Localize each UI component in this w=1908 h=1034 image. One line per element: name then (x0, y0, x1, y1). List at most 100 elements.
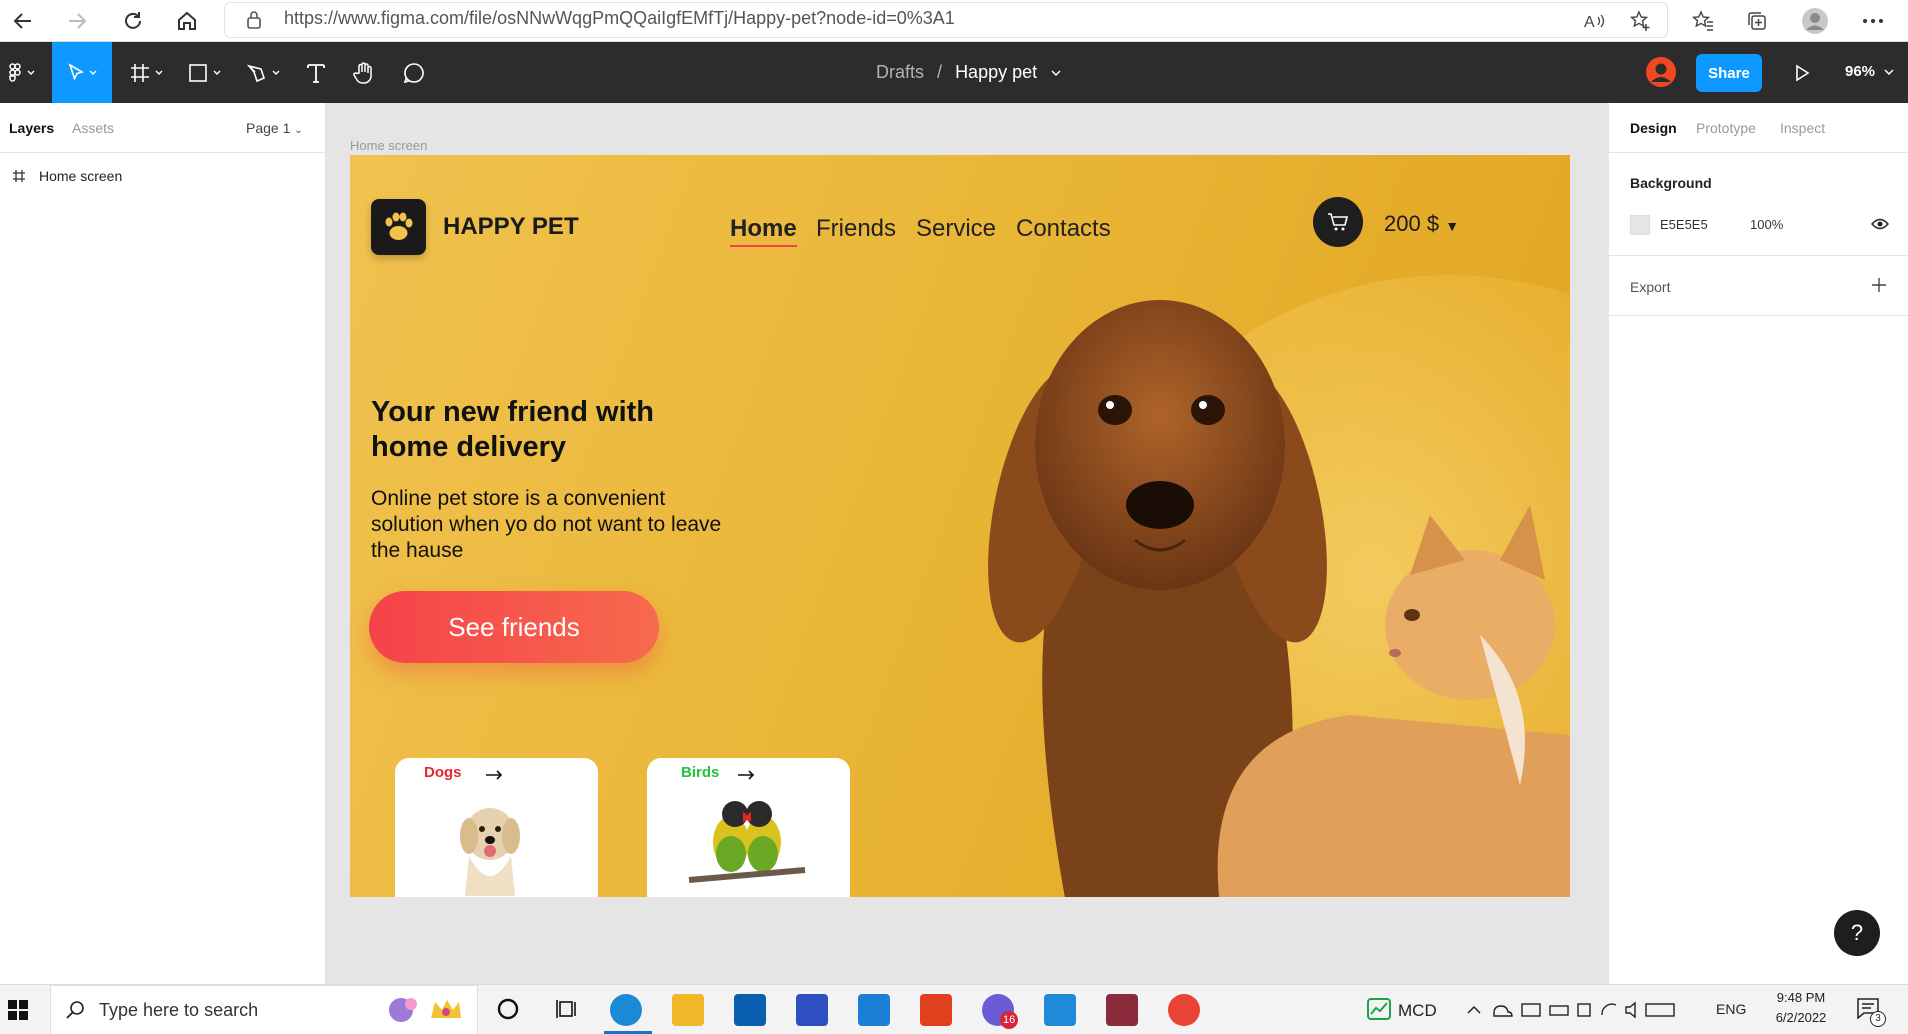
search-placeholder: Type here to search (99, 1000, 259, 1020)
cat-image (1180, 485, 1570, 897)
export-section-title: Export (1630, 279, 1671, 295)
category-card-dogs[interactable]: Dogs (395, 758, 598, 897)
winrar-icon[interactable] (1106, 994, 1138, 1026)
breadcrumb-separator: / (937, 62, 943, 82)
forward-icon[interactable] (60, 4, 94, 38)
office-icon[interactable] (920, 994, 952, 1026)
back-icon[interactable] (6, 4, 40, 38)
paw-icon (371, 199, 426, 255)
layer-label: Home screen (39, 168, 123, 184)
file-breadcrumb[interactable]: Drafts / Happy pet (876, 62, 1062, 83)
zoom-level[interactable]: 96% (1845, 63, 1894, 80)
shape-tool[interactable] (182, 42, 230, 103)
stock-chart-icon[interactable] (1367, 998, 1391, 1020)
background-color-swatch[interactable] (1630, 215, 1650, 235)
page-selector[interactable]: Page 1 ⌄ (246, 120, 303, 136)
design-panel: Design Prototype Inspect Background E5E5… (1608, 103, 1908, 984)
chevron-down-icon[interactable] (1884, 68, 1894, 76)
caret-down-icon[interactable]: ▼ (1445, 218, 1459, 234)
chrome-icon[interactable] (1168, 994, 1200, 1026)
cart-amount[interactable]: 200 $ ▼ (1384, 211, 1459, 237)
mail-icon[interactable] (858, 994, 890, 1026)
edge-browser-icon[interactable] (610, 994, 642, 1026)
file-name[interactable]: Happy pet (955, 62, 1037, 82)
arrow-right-icon (737, 770, 755, 780)
card-label: Dogs (424, 764, 462, 781)
svg-text:A: A (1584, 14, 1595, 31)
taskbar-clock[interactable]: 9:48 PM 6/2/2022 (1766, 988, 1836, 1028)
plus-icon[interactable] (1871, 277, 1887, 293)
nav-service[interactable]: Service (916, 215, 996, 243)
divider (1609, 315, 1908, 316)
page-name: Page 1 (246, 120, 291, 136)
brand-name: HAPPY PET (443, 213, 579, 240)
cortana-icon[interactable] (496, 997, 520, 1021)
see-friends-button[interactable]: See friends (369, 591, 659, 663)
notification-count: 3 (1870, 1011, 1886, 1027)
taskbar-search[interactable]: Type here to search (50, 985, 478, 1034)
card-label: Birds (681, 764, 720, 781)
background-color-value[interactable]: E5E5E5 (1660, 217, 1708, 232)
add-favorite-icon[interactable] (1624, 4, 1658, 38)
home-screen-frame[interactable]: HAPPY PET Home Friends Service Contacts … (350, 155, 1570, 897)
figma-main-menu[interactable] (0, 42, 44, 103)
text-tool[interactable] (298, 42, 334, 103)
user-avatar[interactable] (1646, 57, 1676, 87)
windows-start-icon[interactable] (8, 1000, 28, 1020)
tab-inspect[interactable]: Inspect (1780, 120, 1825, 136)
search-highlight-icon (385, 992, 465, 1028)
tab-layers[interactable]: Layers (9, 120, 54, 136)
stock-label[interactable]: MCD (1398, 1001, 1437, 1021)
system-tray-icons[interactable] (1466, 1001, 1726, 1019)
background-opacity-value[interactable]: 100% (1750, 217, 1783, 232)
layers-panel: Layers Assets Page 1 ⌄ Home screen (0, 103, 326, 984)
hero-subtext: Online pet store is a convenient solutio… (371, 487, 722, 562)
nav-home[interactable]: Home (730, 215, 797, 247)
tab-assets[interactable]: Assets (72, 120, 114, 136)
url-text[interactable]: https://www.figma.com/file/osNNwWqgPmQQa… (284, 8, 955, 29)
cart-icon[interactable] (1313, 197, 1363, 247)
more-options-icon[interactable] (1856, 4, 1890, 38)
zoom-value: 96% (1845, 63, 1876, 80)
hero-headline: Your new friend with home delivery (371, 396, 655, 463)
profile-icon[interactable] (1798, 4, 1832, 38)
lovebirds-image (687, 784, 807, 894)
app-icon[interactable] (796, 994, 828, 1026)
present-icon[interactable] (1784, 42, 1820, 103)
collections-icon[interactable] (1740, 4, 1774, 38)
favorites-icon[interactable] (1686, 4, 1720, 38)
task-view-icon[interactable] (556, 998, 580, 1020)
tab-design[interactable]: Design (1630, 120, 1677, 136)
nav-contacts[interactable]: Contacts (1016, 215, 1111, 243)
design-panel-tabs: Design Prototype Inspect (1609, 103, 1908, 153)
chevron-down-icon[interactable] (1050, 69, 1062, 77)
comment-tool[interactable] (396, 42, 432, 103)
frame-tool[interactable] (124, 42, 172, 103)
microsoft-store-icon[interactable] (734, 994, 766, 1026)
move-tool[interactable] (52, 42, 112, 103)
figma-toolbar: Drafts / Happy pet Share 96% (0, 42, 1908, 103)
hand-tool[interactable] (346, 42, 382, 103)
pen-tool[interactable] (240, 42, 288, 103)
language-indicator[interactable]: ENG (1716, 1001, 1746, 1017)
divider (1609, 255, 1908, 256)
refresh-icon[interactable] (116, 4, 150, 38)
frame-label[interactable]: Home screen (350, 138, 427, 153)
read-aloud-icon[interactable]: A (1578, 4, 1612, 38)
tab-prototype[interactable]: Prototype (1696, 120, 1756, 136)
eye-icon[interactable] (1871, 218, 1889, 230)
share-button[interactable]: Share (1696, 54, 1762, 92)
nav-friends[interactable]: Friends (816, 215, 896, 243)
search-icon (65, 1000, 85, 1020)
layer-item-home-screen[interactable]: Home screen (0, 163, 325, 191)
chevron-down-icon[interactable]: ⌄ (294, 125, 302, 136)
home-icon[interactable] (170, 4, 204, 38)
windows-taskbar: Type here to search 16 MCD ENG 9:48 PM 6… (0, 984, 1908, 1034)
help-button[interactable]: ? (1834, 910, 1880, 956)
browser-toolbar: https://www.figma.com/file/osNNwWqgPmQQa… (0, 0, 1908, 42)
lock-icon (246, 10, 262, 30)
file-explorer-icon[interactable] (672, 994, 704, 1026)
vscode-icon[interactable] (1044, 994, 1076, 1026)
breadcrumb-parent[interactable]: Drafts (876, 62, 924, 82)
category-card-birds[interactable]: Birds (647, 758, 850, 897)
